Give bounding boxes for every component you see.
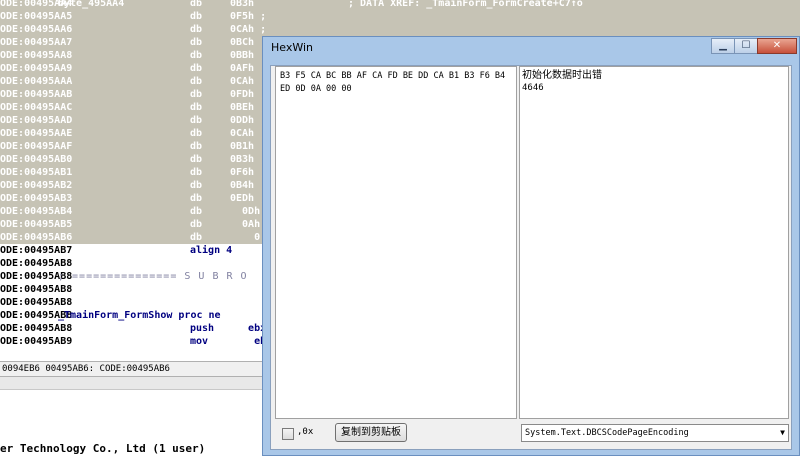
disasm-mn: db [190,50,203,61]
copy-to-clipboard-button[interactable]: 复制到剪贴板 [335,423,407,442]
title-bar[interactable]: HexWin ▁ ☐ ✕ [263,37,799,59]
disasm-mn: db [190,102,203,113]
disasm-op: ebx [230,323,267,334]
disasm-op: 0BBh ; [230,50,267,61]
chevron-down-icon[interactable]: ▼ [780,425,785,441]
disasm-addr: ODE:00495AAD [0,115,73,126]
disasm-op: 0Dh [230,206,261,217]
disasm-mn: db [190,63,203,74]
disasm-addr: ODE:00495AAB [0,89,73,100]
dialog-client-area: B3 F5 CA BC BB AF CA FD BE DD CA B1 B3 F… [270,65,792,450]
decoded-textbox[interactable]: 初始化数据时出错 4646 [519,66,789,419]
disasm-op: 0B4h ; [230,180,267,191]
disasm-line[interactable]: ODE:00495AA5 db 0F5h ; [0,10,800,23]
hex-prefix-checkbox[interactable] [282,428,294,440]
disasm-addr: ODE:00495AAF [0,141,73,152]
disasm-op: 0CAh ; [230,24,267,35]
disasm-label: byte_495AA4 [58,0,125,9]
decoded-text-line: 4646 [522,83,544,93]
checkbox-label: ,0x [297,427,314,437]
disasm-op: 0CAh ; [230,76,267,87]
disasm-addr: ODE:00495AA6 [0,24,73,35]
disasm-mn: db [190,232,203,243]
disasm-op: 0Ah [230,219,261,230]
disasm-addr: ODE:00495AB1 [0,167,73,178]
disasm-label: ; =============== S U B R O [58,271,248,282]
disasm-line[interactable]: ODE:00495AA6 db 0CAh ; [0,23,800,36]
disasm-mn: mov [190,336,209,347]
disasm-op: 0F6h ; [230,167,267,178]
disasm-mn: db [190,219,203,230]
disasm-mn: db [190,115,203,126]
disasm-op: 0AFh ; [230,63,267,74]
disasm-mn: db [190,180,203,191]
disasm-addr: ODE:00495AB8 [0,297,73,308]
disasm-op: 0BEh ; [230,102,267,113]
disasm-mn: db [190,141,203,152]
disasm-addr: ODE:00495AB4 [0,206,73,217]
disasm-line[interactable]: ODE:00495AA4 byte_495AA4 db 0B3h; DATA XREF… [0,0,800,10]
disasm-op: 0 [230,232,261,243]
disasm-op: 0EDh ; [230,193,267,204]
minimize-button[interactable]: ▁ [711,38,735,54]
disasm-mn: db [190,11,203,22]
disasm-op: 0BCh ; [230,37,267,48]
disasm-op: 0FDh ; [230,89,267,100]
disasm-addr: ODE:00495AAA [0,76,73,87]
disasm-addr: ODE:00495AB0 [0,154,73,165]
disasm-addr: ODE:00495AB8 [0,323,73,334]
disasm-addr: ODE:00495AAC [0,102,73,113]
disasm-addr: ODE:00495AAE [0,128,73,139]
disasm-mn: db [190,167,203,178]
disasm-addr: ODE:00495AB6 [0,232,73,243]
close-button[interactable]: ✕ [757,38,797,54]
decoded-text-line: 初始化数据时出错 [522,70,602,81]
disasm-label: _TmainForm_FormShow proc ne [58,310,221,321]
disasm-op: 0CAh ; [230,128,267,139]
disasm-addr: ODE:00495AA7 [0,37,73,48]
disasm-addr: ODE:00495AB5 [0,219,73,230]
disasm-addr: ODE:00495AA9 [0,63,73,74]
encoding-select[interactable]: System.Text.DBCSCodePageEncoding ▼ [521,424,789,442]
disasm-op: 0DDh ; [230,115,267,126]
disasm-op: 0F5h ; [230,11,267,22]
disasm-addr: ODE:00495AA8 [0,50,73,61]
disasm-addr: ODE:00495AB8 [0,258,73,269]
disasm-addr: ODE:00495AB2 [0,180,73,191]
disasm-mn: db [190,154,203,165]
disasm-addr: ODE:00495AB3 [0,193,73,204]
disasm-op: 0B1h ; [230,141,267,152]
ida-status-bar: 0094EB6 00495AB6: CODE:00495AB6 [0,361,272,377]
horizontal-scrollbar[interactable] [0,377,270,390]
disasm-comment: ; DATA XREF: _TmainForm_FormCreate+C7↑o [348,0,583,9]
disasm-mn: db [190,37,203,48]
disasm-mn: db [190,206,203,217]
disasm-addr: ODE:00495AB9 [0,336,73,347]
disasm-mn: db [190,128,203,139]
disasm-mn: align 4 [190,245,233,256]
maximize-button[interactable]: ☐ [734,38,758,54]
window-title: HexWin [271,41,314,54]
disasm-addr: ODE:00495AA5 [0,11,73,22]
disasm-mn: db [190,89,203,100]
disasm-op: 0B3h [230,0,255,9]
hexwin-dialog: HexWin ▁ ☐ ✕ B3 F5 CA BC BB AF CA FD BE … [262,36,800,456]
disasm-mn: push [190,323,215,334]
disasm-addr: ODE:00495AB7 [0,245,73,256]
disasm-mn: db [190,76,203,87]
encoding-value: System.Text.DBCSCodePageEncoding [525,428,689,438]
disasm-op: 0B3h ; [230,154,267,165]
disasm-addr: ODE:00495AB8 [0,284,73,295]
disasm-mn: db [190,193,203,204]
disasm-mn: db [190,24,203,35]
hex-textbox[interactable]: B3 F5 CA BC BB AF CA FD BE DD CA B1 B3 F… [275,66,517,419]
ida-output-line: er Technology Co., Ltd (1 user) [0,442,206,455]
disasm-mn: db [190,0,203,9]
